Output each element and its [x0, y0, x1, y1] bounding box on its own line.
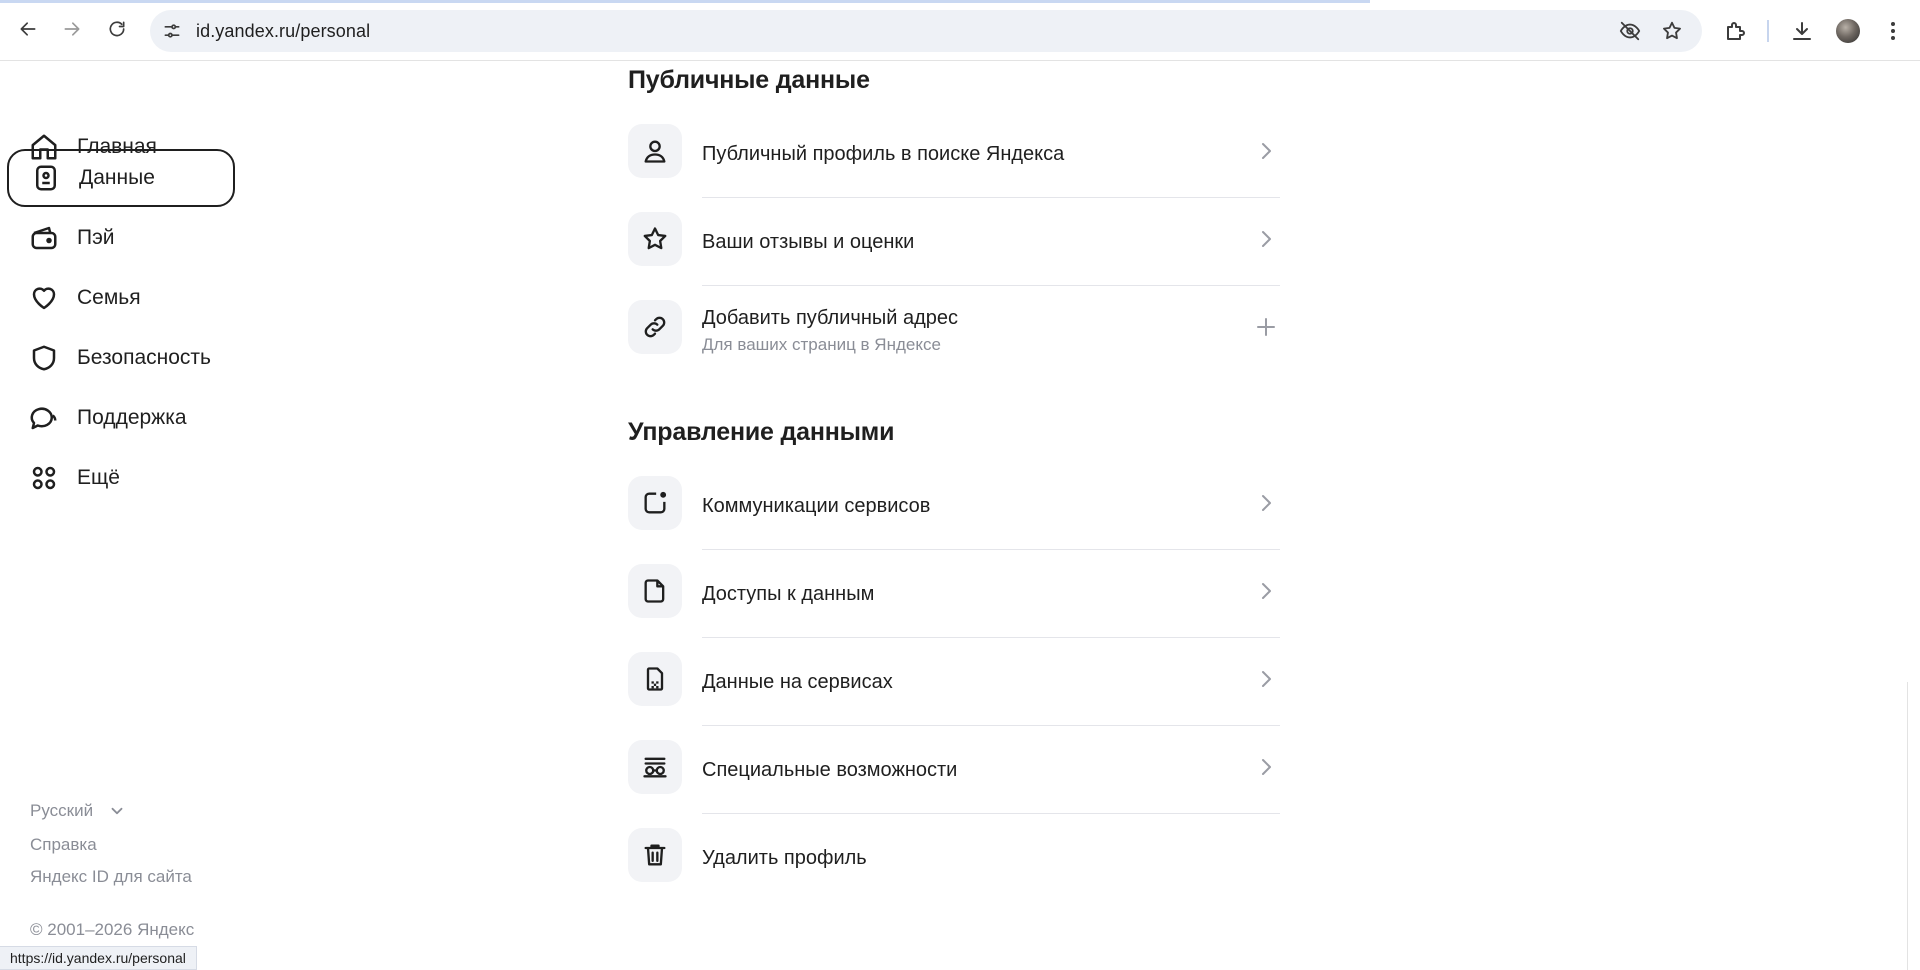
id-for-site-link[interactable]: Яндекс ID для сайта [30, 867, 192, 887]
plus-icon[interactable] [1254, 315, 1278, 339]
trash-icon [644, 844, 666, 866]
url-text: id.yandex.ru/personal [196, 21, 371, 41]
sidebar-nav: Главная Данные Пэй Семья Безопасность По… [0, 62, 260, 970]
row-subtitle: Для ваших страниц в Яндексе [702, 335, 941, 354]
row-icon-tile [628, 740, 682, 794]
row-icon-tile [628, 828, 682, 882]
status-bar-url: https://id.yandex.ru/personal [0, 946, 197, 970]
row-icon-tile [628, 564, 682, 618]
sidebar-item-label: Семья [77, 286, 141, 309]
toolbar-separator [1767, 20, 1769, 42]
row-delete-profile[interactable]: Удалить профиль [628, 814, 1278, 902]
chevron-right-icon [1262, 759, 1271, 775]
row-service-communications[interactable]: Коммуникации сервисов [628, 462, 1280, 550]
chevron-right-icon [1262, 583, 1271, 599]
row-public-profile[interactable]: Публичный профиль в поиске Яндекса [628, 110, 1280, 198]
link-icon [644, 316, 666, 338]
sidebar-item-label: Данные [79, 166, 155, 189]
arrow-right-icon [64, 22, 80, 36]
row-title: Удалить профиль [702, 847, 867, 869]
scrollbar-track[interactable] [1907, 682, 1908, 970]
sidebar-item-label: Безопасность [77, 346, 211, 369]
chevron-down-icon[interactable] [108, 802, 126, 820]
row-title: Ваши отзывы и оценки [702, 231, 915, 253]
eye-off-icon[interactable] [1619, 20, 1641, 42]
accessibility-glasses-icon [643, 757, 667, 778]
row-title: Коммуникации сервисов [702, 495, 931, 517]
reload-icon [109, 21, 125, 37]
sidebar-item-data[interactable]: Данные [7, 149, 235, 207]
shield-icon [32, 345, 56, 371]
chevron-right-icon [1262, 231, 1271, 247]
sidebar-item-pay[interactable]: Пэй [7, 209, 235, 267]
star-icon [643, 227, 667, 250]
page-load-progress [0, 0, 1370, 3]
row-title: Доступы к данным [702, 583, 875, 605]
row-data-access[interactable]: Доступы к данным [628, 550, 1280, 638]
sidebar-item-label: Пэй [77, 226, 115, 249]
bookmark-star-icon[interactable] [1661, 20, 1683, 42]
notification-square-icon [644, 491, 667, 514]
row-data-on-services[interactable]: Данные на сервисах [628, 638, 1280, 726]
row-title: Добавить публичный адрес [702, 307, 959, 329]
sidebar-item-label: Поддержка [77, 406, 187, 429]
row-icon-tile [628, 476, 682, 530]
address-bar[interactable]: id.yandex.ru/personal [150, 10, 1702, 52]
row-reviews[interactable]: Ваши отзывы и оценки [628, 198, 1280, 286]
chevron-right-icon [1262, 143, 1271, 159]
section-title-public-data: Публичные данные [628, 66, 870, 94]
row-icon-tile [628, 652, 682, 706]
person-icon [644, 140, 666, 163]
language-selector[interactable]: Русский [30, 801, 93, 821]
help-link[interactable]: Справка [30, 835, 97, 855]
browser-toolbar: id.yandex.ru/personal [0, 0, 1920, 61]
row-title: Публичный профиль в поиске Яндекса [702, 143, 1065, 165]
chevron-right-icon [1262, 671, 1271, 687]
chevron-right-icon [1262, 495, 1271, 511]
download-icon[interactable] [1790, 19, 1814, 43]
section-title-data-management: Управление данными [628, 418, 895, 446]
row-add-public-address[interactable]: Добавить публичный адрес Для ваших стран… [628, 286, 1278, 374]
chat-bubbles-icon [30, 407, 57, 430]
row-icon-tile [628, 300, 682, 354]
row-icon-tile [628, 212, 682, 266]
row-accessibility[interactable]: Специальные возможности [628, 726, 1280, 814]
row-icon-tile [628, 124, 682, 178]
sidebar-item-support[interactable]: Поддержка [7, 389, 235, 447]
reload-button[interactable] [102, 14, 132, 44]
copyright: © 2001–2026 Яндекс [30, 920, 195, 939]
id-card-icon [36, 165, 56, 191]
sidebar-item-family[interactable]: Семья [7, 269, 235, 327]
grid-icon [32, 466, 56, 490]
document-icon [644, 579, 665, 603]
sidebar-item-security[interactable]: Безопасность [7, 329, 235, 387]
wallet-icon [31, 226, 57, 250]
sidebar-item-label: Ещё [77, 466, 120, 489]
forward-button[interactable] [57, 14, 87, 44]
back-button[interactable] [13, 14, 43, 44]
more-vertical-icon[interactable] [1881, 19, 1905, 43]
data-file-icon [646, 667, 664, 691]
profile-avatar[interactable] [1836, 19, 1860, 43]
sidebar-item-more[interactable]: Ещё [7, 449, 235, 507]
heart-icon [32, 287, 56, 310]
site-settings-icon[interactable] [162, 21, 182, 41]
row-title: Данные на сервисах [702, 671, 893, 693]
extensions-icon[interactable] [1724, 19, 1748, 43]
arrow-left-icon [20, 22, 36, 36]
row-title: Специальные возможности [702, 759, 958, 781]
